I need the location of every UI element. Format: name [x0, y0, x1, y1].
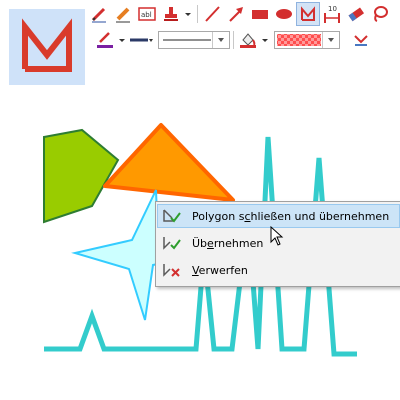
menu-item-discard[interactable]: Verwerfen	[158, 259, 399, 281]
discard-polyline-x-icon	[163, 264, 180, 277]
menu-item-close-polygon[interactable]: Polygon schließen und übernehmen	[157, 204, 400, 228]
accept-polyline-check-icon	[163, 237, 181, 250]
close-polygon-check-icon	[163, 209, 181, 223]
green-polygon-shape[interactable]	[43, 128, 120, 224]
drawing-canvas[interactable]	[0, 0, 400, 400]
orange-triangle-shape[interactable]	[103, 123, 235, 202]
menu-item-label: Verwerfen	[192, 263, 248, 277]
mouse-cursor-icon	[270, 226, 284, 246]
menu-item-label: Polygon schließen und übernehmen	[192, 209, 390, 223]
menu-item-label: Übernehmen	[192, 236, 264, 250]
